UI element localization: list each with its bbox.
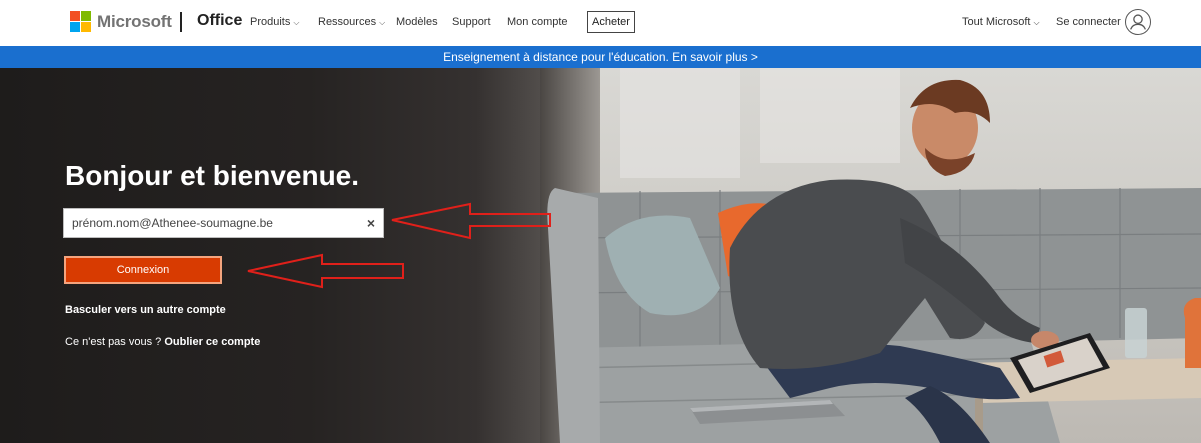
buy-button[interactable]: Acheter: [587, 11, 635, 33]
nav-item-label: Ressources: [318, 16, 377, 28]
chevron-down-icon: ⌵: [379, 18, 386, 27]
annotation-arrow-connexion: [247, 253, 404, 289]
nav-item-modeles[interactable]: Modèles: [396, 16, 438, 28]
nav-item-label: Produits: [250, 16, 291, 28]
banner-text: Enseignement à distance pour l'éducation…: [443, 50, 758, 64]
education-banner[interactable]: Enseignement à distance pour l'éducation…: [0, 46, 1201, 68]
sign-in-link[interactable]: Se connecter: [1056, 16, 1121, 28]
annotation-arrows: [247, 202, 551, 289]
account-avatar-icon[interactable]: [1125, 9, 1151, 35]
top-navigation: Microsoft Office Produits ⌵ Ressources ⌵ M…: [0, 0, 1201, 44]
all-microsoft-label: Tout Microsoft: [962, 16, 1031, 28]
nav-item-support[interactable]: Support: [452, 16, 491, 28]
microsoft-logo-icon: [70, 11, 91, 32]
microsoft-wordmark: Microsoft: [97, 11, 172, 31]
chevron-down-icon: ⌵: [1033, 18, 1040, 27]
microsoft-logo[interactable]: Microsoft: [70, 11, 172, 32]
nav-item-mon-compte[interactable]: Mon compte: [507, 16, 568, 28]
chevron-down-icon: ⌵: [293, 18, 300, 27]
nav-divider: [180, 12, 182, 32]
office-link[interactable]: Office: [197, 12, 242, 30]
annotation-arrow-email: [391, 202, 551, 240]
nav-item-ressources[interactable]: Ressources ⌵: [318, 16, 385, 28]
all-microsoft-menu[interactable]: Tout Microsoft ⌵: [962, 16, 1040, 28]
nav-item-produits[interactable]: Produits ⌵: [250, 16, 299, 28]
hero-section: Bonjour et bienvenue. × Connexion Bascul…: [0, 68, 1201, 443]
